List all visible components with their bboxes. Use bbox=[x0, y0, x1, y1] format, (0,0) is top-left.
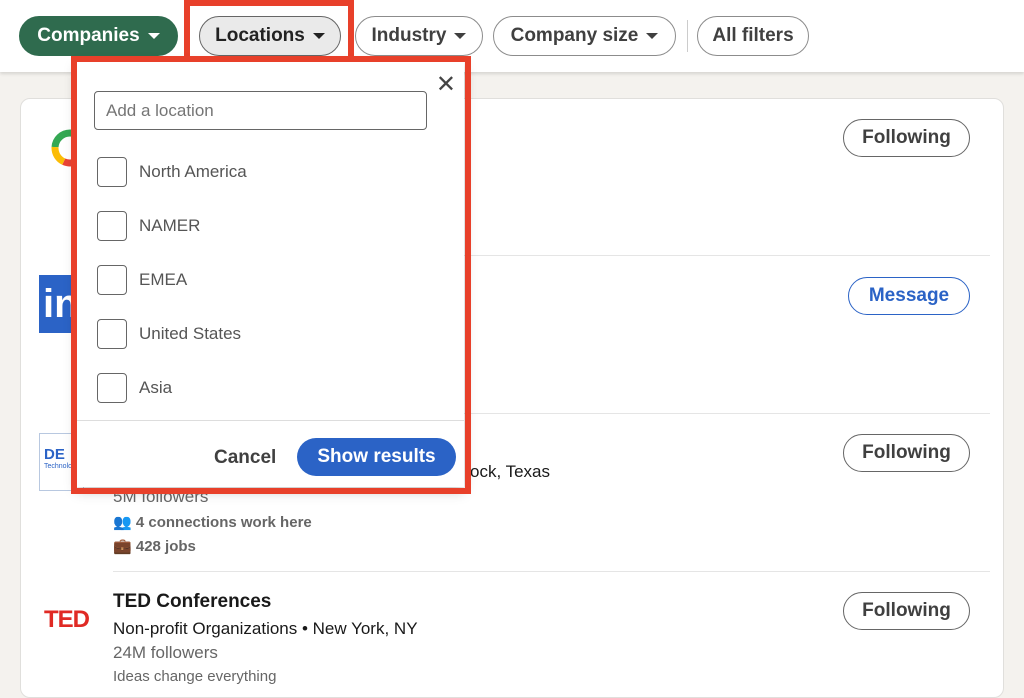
caret-down-icon bbox=[147, 33, 160, 39]
ted-logo: TED bbox=[44, 606, 90, 633]
following-button[interactable]: Following bbox=[843, 592, 970, 630]
company-size-filter[interactable]: Company size bbox=[493, 16, 676, 56]
all-filters-button[interactable]: All filters bbox=[697, 16, 809, 56]
followers-count: 24M followers bbox=[113, 643, 218, 662]
connections-info: 👥 4 connections work here bbox=[113, 514, 312, 531]
following-button[interactable]: Following bbox=[843, 434, 970, 472]
separator bbox=[113, 571, 990, 572]
caret-down-icon bbox=[646, 33, 659, 39]
jobs-info: 💼 428 jobs bbox=[113, 538, 196, 555]
briefcase-icon: 💼 bbox=[113, 538, 132, 555]
company-location: ock, Texas bbox=[470, 462, 551, 481]
company-subtitle: Non-profit Organizations • New York, NY bbox=[113, 619, 418, 638]
people-icon: 👥 bbox=[113, 514, 132, 531]
caret-down-icon bbox=[454, 33, 467, 39]
following-button[interactable]: Following bbox=[843, 119, 970, 157]
locations-highlight bbox=[184, 0, 354, 62]
company-name[interactable]: TED Conferences bbox=[113, 591, 271, 613]
industry-filter[interactable]: Industry bbox=[355, 16, 483, 56]
message-button[interactable]: Message bbox=[848, 277, 970, 315]
divider bbox=[687, 20, 688, 52]
companies-filter[interactable]: Companies bbox=[19, 16, 178, 56]
company-tagline: Ideas change everything bbox=[113, 668, 277, 685]
dropdown-highlight bbox=[71, 56, 471, 494]
